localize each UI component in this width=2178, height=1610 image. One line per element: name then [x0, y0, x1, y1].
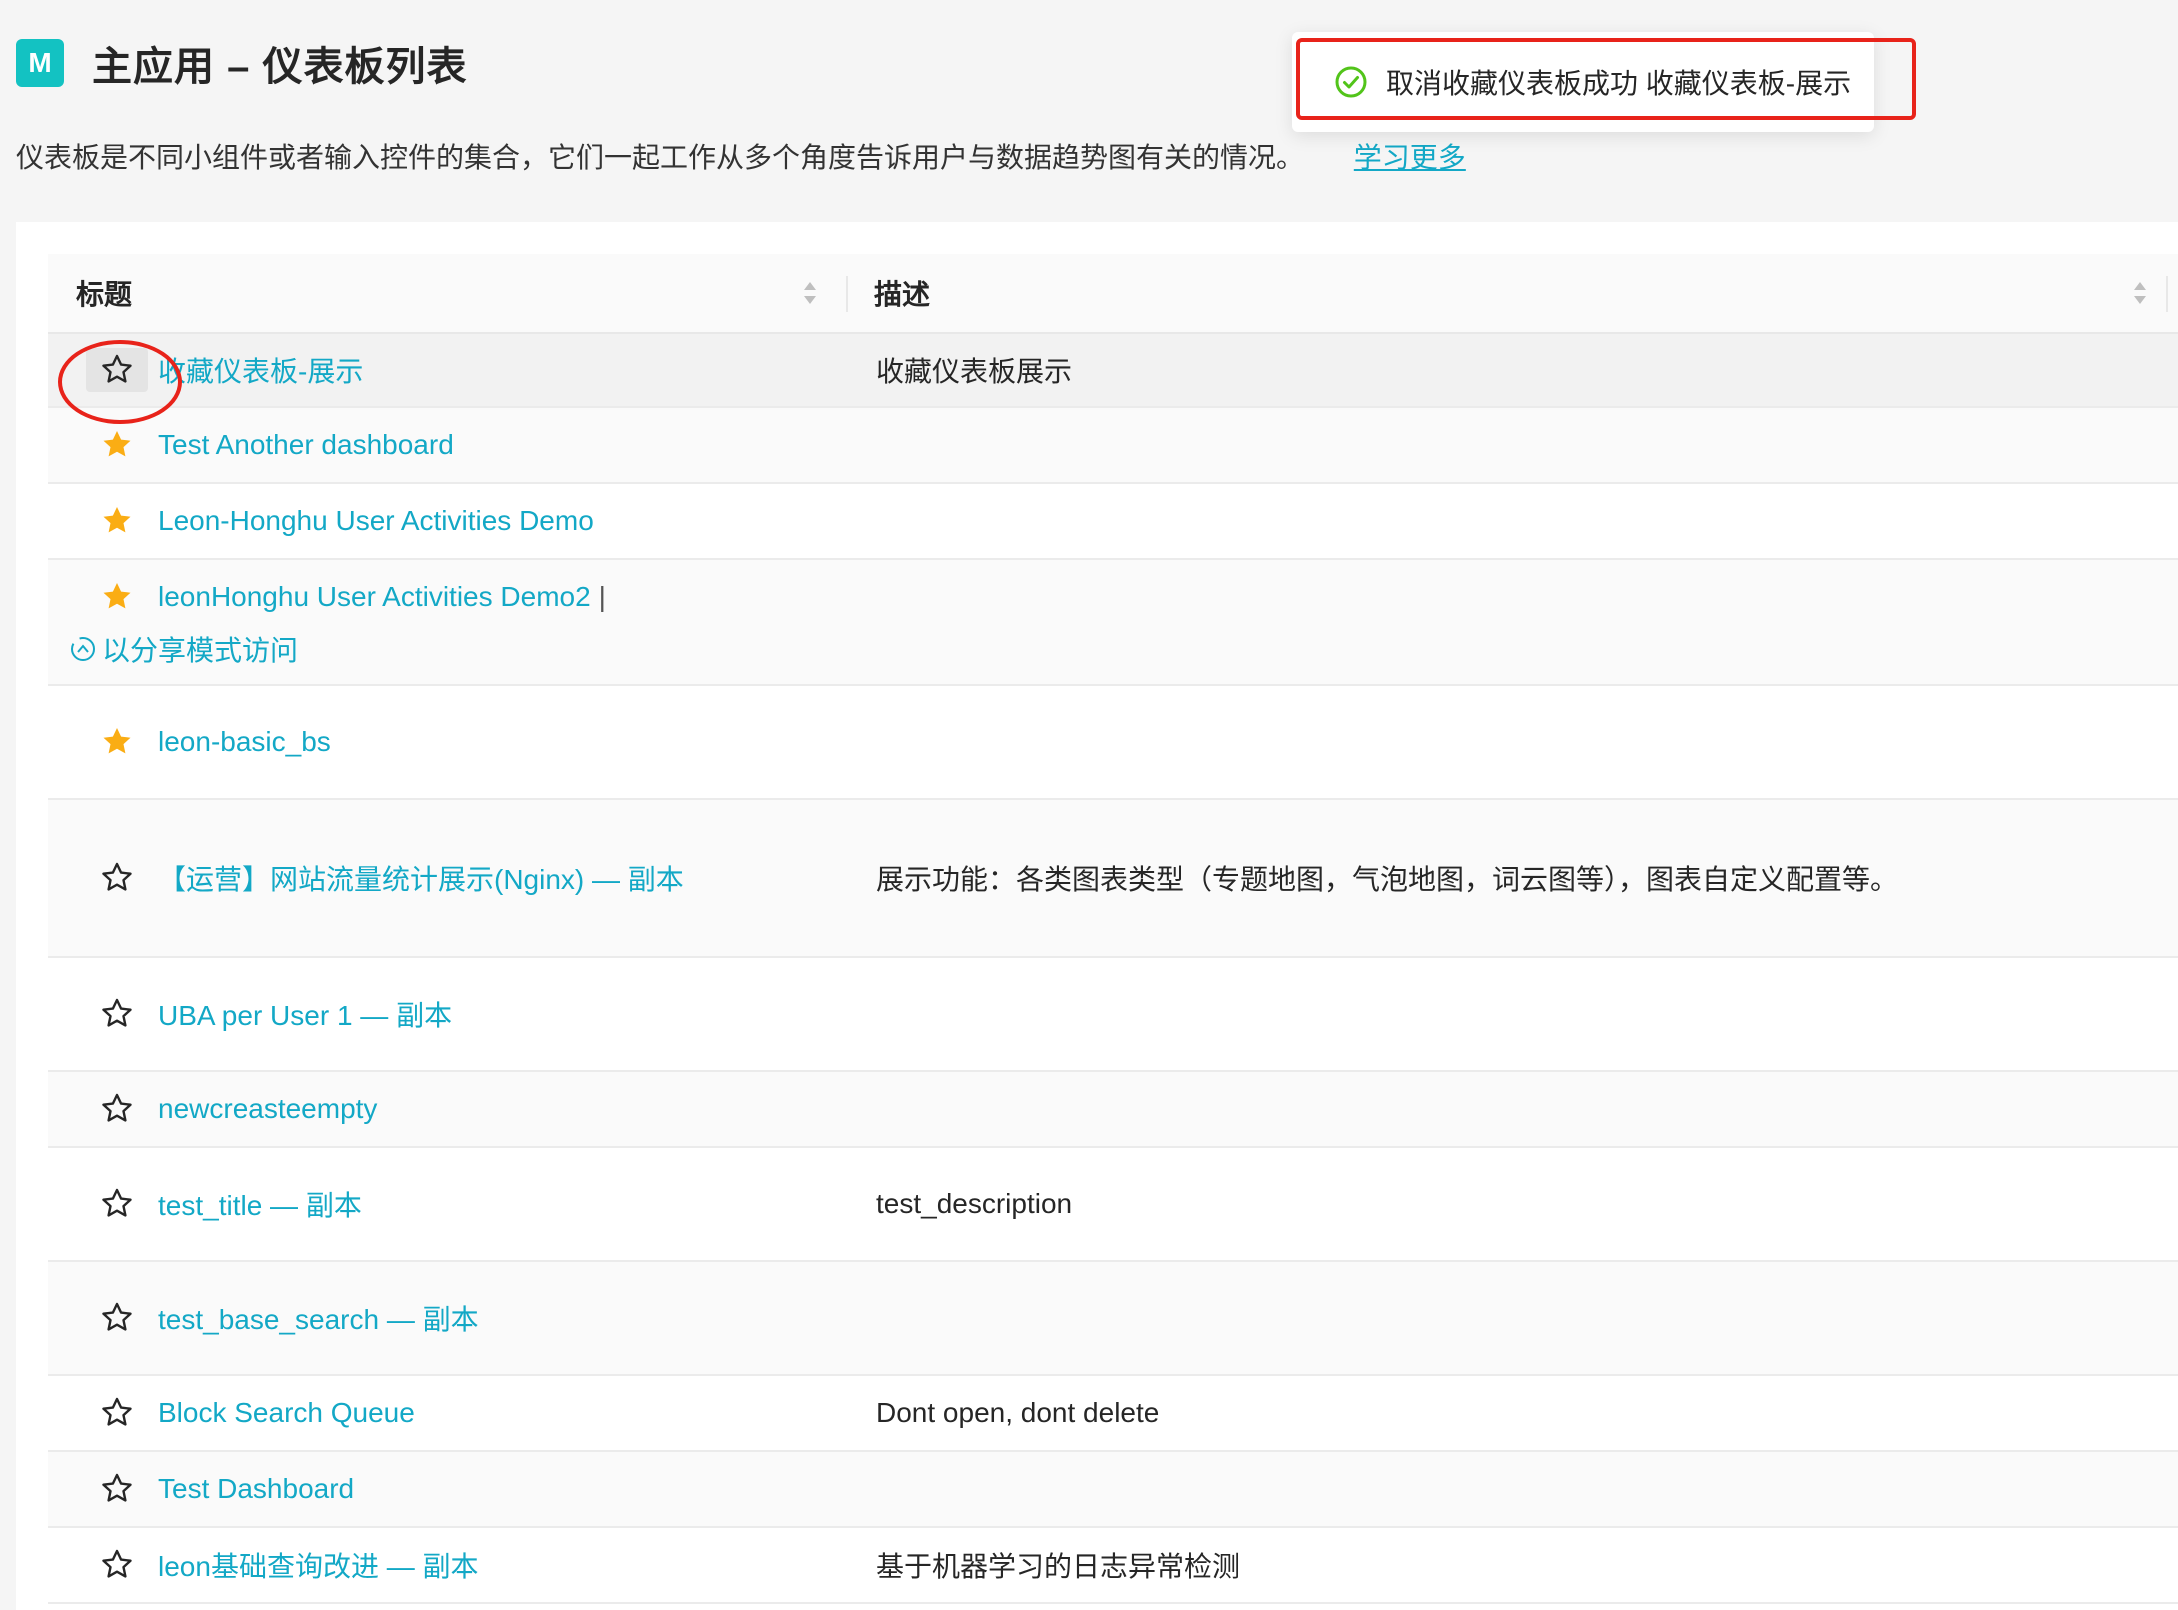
star-filled-icon[interactable]: [100, 428, 134, 462]
table-row: test_base_search — 副本: [48, 1262, 2178, 1376]
dashboard-title-link[interactable]: Test Dashboard: [158, 1473, 354, 1505]
star-outline-icon[interactable]: [100, 353, 134, 387]
page-description: 仪表板是不同小组件或者输入控件的集合，它们一起工作从多个角度告诉用户与数据趋势图…: [16, 136, 1466, 176]
favorite-toggle[interactable]: [86, 423, 148, 467]
title-cell: 收藏仪表板-展示: [48, 340, 848, 424]
description-text: 仪表板是不同小组件或者输入控件的集合，它们一起工作从多个角度告诉用户与数据趋势图…: [16, 142, 1305, 173]
star-outline-icon[interactable]: [100, 997, 134, 1031]
title-cell: 【运营】网站流量统计展示(Nginx) — 副本: [48, 856, 848, 900]
table-row: Block Search Queue Dont open, dont delete: [48, 1376, 2178, 1452]
favorite-toggle[interactable]: [86, 575, 148, 619]
description-cell: 收藏仪表板展示: [876, 356, 1073, 387]
star-outline-icon[interactable]: [100, 1472, 134, 1506]
column-header-description[interactable]: 描述: [848, 254, 2178, 332]
table-row: Leon-Honghu User Activities Demo: [48, 484, 2178, 560]
star-outline-icon[interactable]: [100, 1548, 134, 1582]
favorite-toggle[interactable]: [86, 856, 148, 900]
app-icon: M: [16, 39, 64, 87]
title-cell: Test Another dashboard: [48, 423, 848, 467]
sort-icon[interactable]: [2130, 278, 2150, 308]
dashboard-title-link[interactable]: 【运营】网站流量统计展示(Nginx) — 副本: [158, 858, 684, 898]
description-cell: Dont open, dont delete: [876, 1397, 1160, 1428]
title-cell: test_title — 副本: [48, 1182, 848, 1226]
favorite-toggle[interactable]: [86, 1296, 148, 1340]
column-divider: [2166, 276, 2168, 312]
toast-message: 取消收藏仪表板成功 收藏仪表板-展示: [1386, 68, 1852, 99]
page-title: 主应用 – 仪表板列表: [92, 45, 468, 89]
share-mode-label: 以分享模式访问: [102, 635, 299, 666]
dashboard-title-link[interactable]: test_title — 副本: [158, 1184, 362, 1224]
table-row: 【运营】网站流量统计展示(Nginx) — 副本 展示功能：各类图表类型（专题地图…: [48, 800, 2178, 958]
check-circle-icon: [1335, 66, 1367, 98]
table-row: leon-basic_bs: [48, 686, 2178, 800]
star-outline-icon[interactable]: [100, 861, 134, 895]
star-outline-icon[interactable]: [100, 1396, 134, 1430]
table-row: leon基础查询改进 — 副本 基于机器学习的日志异常检测: [48, 1528, 2178, 1604]
title-cell: test_base_search — 副本: [48, 1296, 848, 1340]
column-title-label: 标题: [76, 279, 133, 310]
separator: |: [598, 581, 606, 612]
title-cell: leon-basic_bs: [48, 720, 848, 764]
title-cell: leon基础查询改进 — 副本: [48, 1543, 848, 1587]
table-row: Test Dashboard: [48, 1452, 2178, 1528]
table-row: UBA per User 1 — 副本: [48, 958, 2178, 1072]
learn-more-link[interactable]: 学习更多: [1354, 142, 1466, 173]
table-row: newcreasteempty: [48, 1072, 2178, 1148]
title-cell: leonHonghu User Activities Demo2 | 以分享模式访问: [48, 575, 848, 669]
star-outline-icon[interactable]: [100, 1301, 134, 1335]
table-row: leonHonghu User Activities Demo2 | 以分享模式访问: [48, 560, 2178, 686]
title-cell: Leon-Honghu User Activities Demo: [48, 499, 848, 543]
title-cell: Test Dashboard: [48, 1467, 848, 1511]
star-filled-icon[interactable]: [100, 504, 134, 538]
favorite-toggle[interactable]: [86, 1391, 148, 1435]
share-icon: [71, 637, 95, 661]
favorite-toggle[interactable]: [86, 1087, 148, 1131]
star-outline-icon[interactable]: [100, 1092, 134, 1126]
dashboard-title-link[interactable]: test_base_search — 副本: [158, 1298, 479, 1338]
description-cell: 基于机器学习的日志异常检测: [876, 1551, 1241, 1582]
star-filled-icon[interactable]: [100, 725, 134, 759]
table-row: 收藏仪表板-展示 收藏仪表板展示: [48, 334, 2178, 424]
favorite-toggle[interactable]: [86, 1467, 148, 1511]
dashboard-title-link[interactable]: 收藏仪表板-展示: [158, 350, 363, 390]
dashboard-title-link[interactable]: Block Search Queue: [158, 1397, 415, 1429]
title-cell: UBA per User 1 — 副本: [48, 992, 848, 1036]
table-body: 收藏仪表板-展示 收藏仪表板展示 Test Another dashboard Leo…: [48, 334, 2178, 1604]
dashboard-title-link[interactable]: leonHonghu User Activities Demo2: [158, 581, 591, 613]
description-cell: test_description: [876, 1188, 1073, 1219]
dashboard-title-link[interactable]: Leon-Honghu User Activities Demo: [158, 505, 594, 537]
page-header: M 主应用 – 仪表板列表: [16, 36, 467, 90]
table-row: Test Another dashboard: [48, 408, 2178, 484]
dashboard-title-link[interactable]: leon-basic_bs: [158, 726, 331, 758]
favorite-toggle[interactable]: [86, 992, 148, 1036]
table-row: test_title — 副本 test_description: [48, 1148, 2178, 1262]
column-description-label: 描述: [874, 279, 931, 310]
table-header: 标题 描述: [48, 254, 2178, 334]
sort-icon[interactable]: [800, 278, 820, 308]
favorite-toggle[interactable]: [86, 1182, 148, 1226]
favorite-toggle[interactable]: [86, 348, 148, 392]
favorite-toggle[interactable]: [86, 499, 148, 543]
dashboard-title-link[interactable]: UBA per User 1 — 副本: [158, 994, 452, 1034]
dashboard-title-link[interactable]: leon基础查询改进 — 副本: [158, 1545, 479, 1585]
dashboard-title-link[interactable]: Test Another dashboard: [158, 429, 454, 461]
title-cell: Block Search Queue: [48, 1391, 848, 1435]
success-toast: 取消收藏仪表板成功 收藏仪表板-展示: [1292, 32, 1874, 132]
description-cell: 展示功能：各类图表类型（专题地图，气泡地图，词云图等），图表自定义配置等。: [876, 864, 1899, 895]
star-filled-icon[interactable]: [100, 580, 134, 614]
star-outline-icon[interactable]: [100, 1187, 134, 1221]
favorite-toggle[interactable]: [86, 720, 148, 764]
column-header-title[interactable]: 标题: [48, 254, 848, 332]
dashboard-title-link[interactable]: newcreasteempty: [158, 1093, 377, 1125]
dashboard-table: 标题 描述 收藏仪表板-展示 收藏仪表板展示 Test Another dashbo…: [48, 254, 2178, 1604]
favorite-toggle[interactable]: [86, 1543, 148, 1587]
dashboard-list-card: 标题 描述 收藏仪表板-展示 收藏仪表板展示 Test Another dashbo…: [16, 222, 2178, 1610]
title-cell: newcreasteempty: [48, 1087, 848, 1131]
share-mode-link[interactable]: 以分享模式访问: [68, 629, 606, 669]
